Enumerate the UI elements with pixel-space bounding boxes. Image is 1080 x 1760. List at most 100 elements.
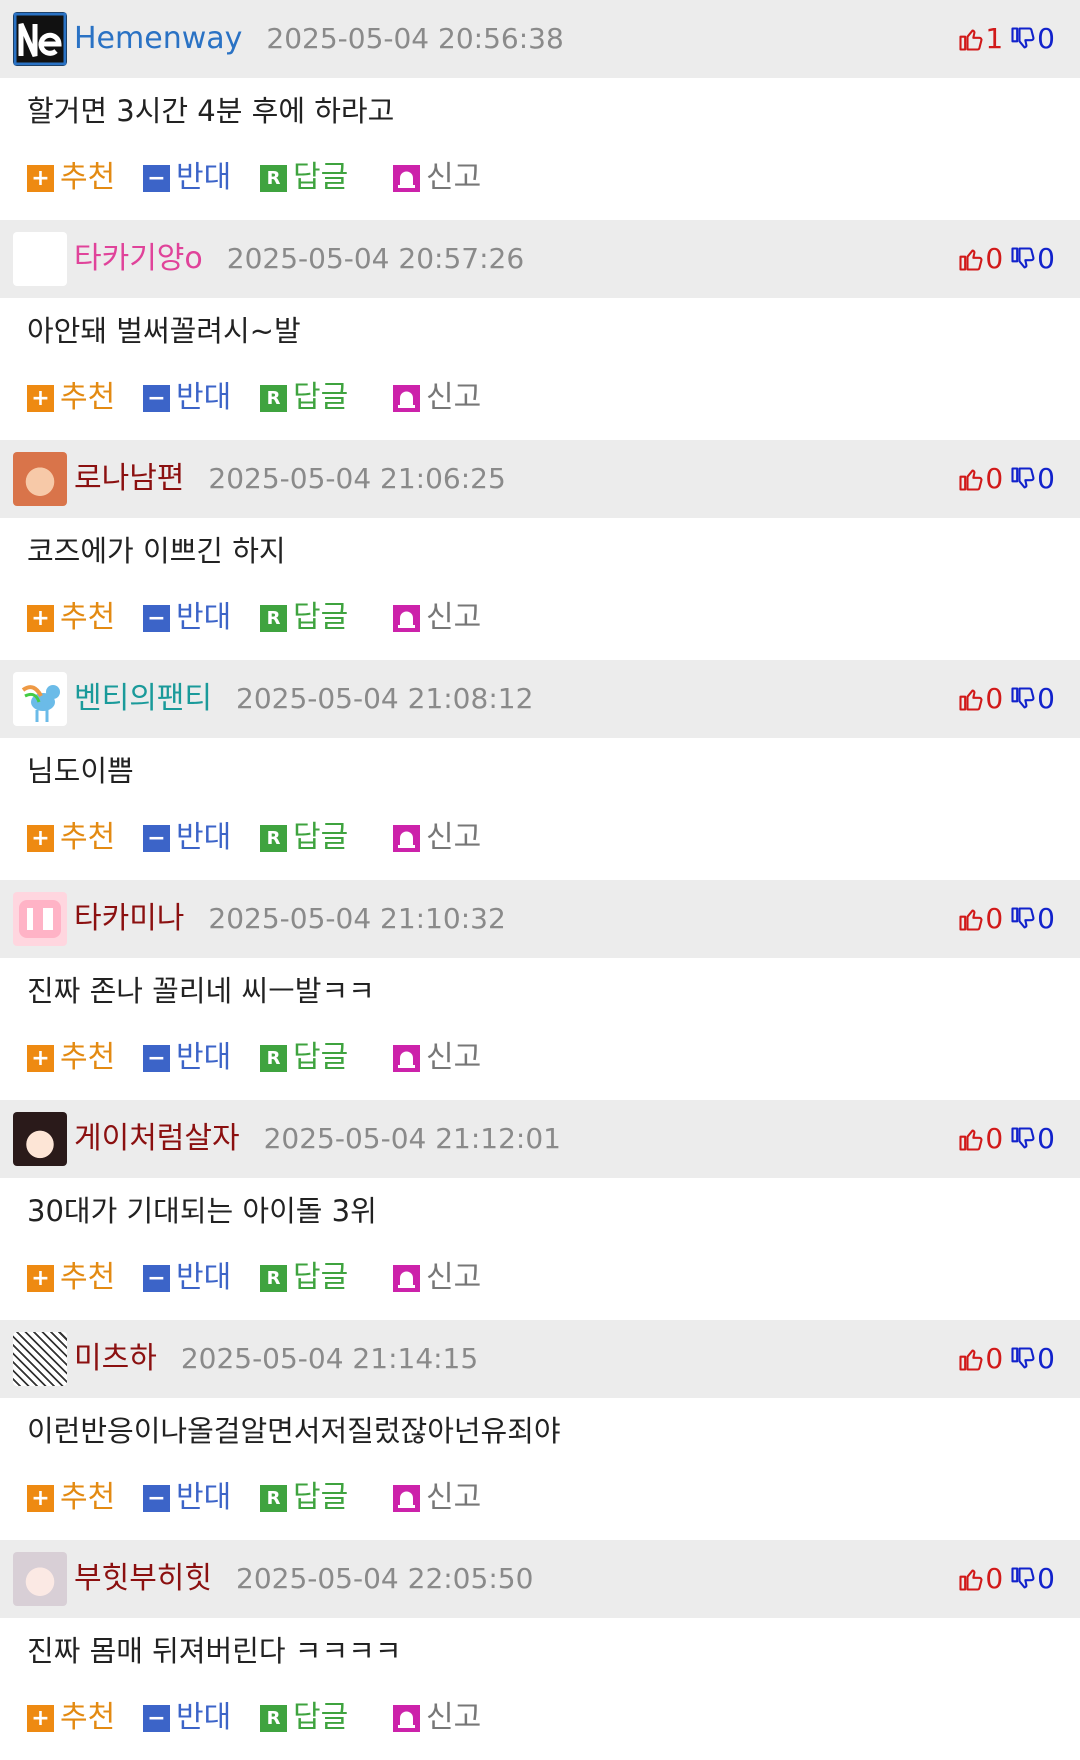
recommend-label: 추천 bbox=[60, 380, 116, 415]
plus-icon: + bbox=[27, 825, 54, 852]
siren-icon bbox=[393, 605, 420, 632]
like-count: 0 bbox=[985, 1562, 1004, 1595]
dislike-count: 0 bbox=[1037, 1562, 1055, 1595]
like-count: 0 bbox=[985, 902, 1004, 935]
reply-button[interactable]: R 답글 bbox=[260, 1028, 348, 1088]
thumbs-up-icon bbox=[959, 29, 983, 51]
anime-girl-avatar[interactable] bbox=[13, 452, 67, 506]
reply-button[interactable]: R 답글 bbox=[260, 588, 348, 648]
reply-r-icon: R bbox=[260, 1485, 287, 1512]
nickname[interactable]: 벤티의팬티 bbox=[74, 660, 212, 738]
recommend-button[interactable]: + 추천 bbox=[27, 1028, 115, 1088]
comment-item: 부힛부히힛 2025-05-04 22:05:50 0 0 진짜 몸매 뒤져버린… bbox=[0, 1540, 1080, 1760]
oppose-button[interactable]: − 반대 bbox=[143, 1028, 231, 1088]
chibi-avatar[interactable] bbox=[13, 1112, 67, 1166]
report-button[interactable]: 신고 bbox=[393, 1248, 481, 1308]
recommend-button[interactable]: + 추천 bbox=[27, 148, 115, 208]
oppose-button[interactable]: − 반대 bbox=[143, 1468, 231, 1528]
oppose-label: 반대 bbox=[176, 380, 232, 415]
minus-icon: − bbox=[143, 825, 170, 852]
plus-icon: + bbox=[27, 165, 54, 192]
report-button[interactable]: 신고 bbox=[393, 1688, 481, 1748]
reply-button[interactable]: R 답글 bbox=[260, 148, 348, 208]
thumbs-up-icon bbox=[959, 689, 983, 711]
nickname[interactable]: 부힛부히힛 bbox=[74, 1540, 212, 1618]
pony-avatar[interactable] bbox=[13, 672, 67, 726]
reply-button[interactable]: R 답글 bbox=[260, 368, 348, 428]
recommend-label: 추천 bbox=[60, 1480, 116, 1515]
siren-icon bbox=[393, 1485, 420, 1512]
comment-datetime: 2025-05-04 20:56:38 bbox=[266, 22, 564, 55]
dislike-count: 0 bbox=[1037, 902, 1055, 935]
oppose-button[interactable]: − 반대 bbox=[143, 148, 231, 208]
thumbs-up-icon bbox=[959, 1569, 983, 1591]
like-count: 0 bbox=[985, 1122, 1004, 1155]
reply-button[interactable]: R 답글 bbox=[260, 1688, 348, 1748]
oppose-button[interactable]: − 반대 bbox=[143, 1248, 231, 1308]
plus-icon: + bbox=[27, 605, 54, 632]
reply-button[interactable]: R 답글 bbox=[260, 1248, 348, 1308]
recommend-button[interactable]: + 추천 bbox=[27, 368, 115, 428]
vote-counts: 0 0 bbox=[957, 660, 1055, 738]
comment-header: 게이처럼살자 2025-05-04 21:12:01 0 0 bbox=[0, 1100, 1080, 1178]
comment-header: 로나남편 2025-05-04 21:06:25 0 0 bbox=[0, 440, 1080, 518]
report-label: 신고 bbox=[426, 1040, 482, 1075]
nickname[interactable]: 로나남편 bbox=[74, 440, 184, 518]
vote-counts: 1 0 bbox=[957, 0, 1055, 78]
report-button[interactable]: 신고 bbox=[393, 588, 481, 648]
report-button[interactable]: 신고 bbox=[393, 808, 481, 868]
report-button[interactable]: 신고 bbox=[393, 1468, 481, 1528]
report-button[interactable]: 신고 bbox=[393, 368, 481, 428]
vote-counts: 0 0 bbox=[957, 220, 1055, 298]
reply-r-icon: R bbox=[260, 1705, 287, 1732]
oppose-button[interactable]: − 반대 bbox=[143, 588, 231, 648]
comment-actions: + 추천 − 반대 R 답글 신고 bbox=[0, 1248, 1080, 1320]
reply-button[interactable]: R 답글 bbox=[260, 1468, 348, 1528]
report-button[interactable]: 신고 bbox=[393, 148, 481, 208]
dislike-count: 0 bbox=[1037, 682, 1055, 715]
comment-datetime: 2025-05-04 21:06:25 bbox=[208, 462, 506, 495]
blank-avatar[interactable] bbox=[13, 232, 67, 286]
recommend-button[interactable]: + 추천 bbox=[27, 1248, 115, 1308]
like-count: 0 bbox=[985, 1342, 1004, 1375]
recommend-button[interactable]: + 추천 bbox=[27, 588, 115, 648]
minus-icon: − bbox=[143, 165, 170, 192]
comment-text: 30대가 기대되는 아이돌 3위 bbox=[27, 1194, 377, 1228]
report-button[interactable]: 신고 bbox=[393, 1028, 481, 1088]
minus-icon: − bbox=[143, 605, 170, 632]
recommend-button[interactable]: + 추천 bbox=[27, 1468, 115, 1528]
thumbs-up-icon bbox=[959, 249, 983, 271]
reply-button[interactable]: R 답글 bbox=[260, 808, 348, 868]
logo-ne-avatar[interactable] bbox=[13, 12, 67, 66]
pink-avatar[interactable] bbox=[13, 892, 67, 946]
like-count: 1 bbox=[985, 22, 1004, 55]
oppose-button[interactable]: − 반대 bbox=[143, 808, 231, 868]
comment-actions: + 추천 − 반대 R 답글 신고 bbox=[0, 1688, 1080, 1760]
reply-r-icon: R bbox=[260, 825, 287, 852]
comment-text: 코즈에가 이쁘긴 하지 bbox=[27, 534, 286, 568]
comment-text: 님도이쁨 bbox=[27, 754, 134, 788]
comment-text: 진짜 몸매 뒤져버린다 ㅋㅋㅋㅋ bbox=[27, 1634, 402, 1668]
manga-avatar[interactable] bbox=[13, 1332, 67, 1386]
comment-header: Hemenway 2025-05-04 20:56:38 1 0 bbox=[0, 0, 1080, 78]
report-label: 신고 bbox=[426, 1480, 482, 1515]
thumbs-down-icon bbox=[1011, 1567, 1035, 1589]
nickname[interactable]: 게이처럼살자 bbox=[74, 1100, 240, 1178]
comment-datetime: 2025-05-04 22:05:50 bbox=[236, 1562, 534, 1595]
thumbs-down-icon bbox=[1011, 1347, 1035, 1369]
sketch-girl-avatar[interactable] bbox=[13, 1552, 67, 1606]
report-label: 신고 bbox=[426, 380, 482, 415]
recommend-button[interactable]: + 추천 bbox=[27, 1688, 115, 1748]
reply-r-icon: R bbox=[260, 165, 287, 192]
nickname[interactable]: Hemenway bbox=[74, 0, 242, 78]
nickname[interactable]: 미츠하 bbox=[74, 1320, 157, 1398]
nickname[interactable]: 타카미나 bbox=[74, 880, 184, 958]
recommend-button[interactable]: + 추천 bbox=[27, 808, 115, 868]
nickname[interactable]: 타카기양o bbox=[74, 220, 203, 298]
comment-actions: + 추천 − 반대 R 답글 신고 bbox=[0, 808, 1080, 880]
oppose-label: 반대 bbox=[176, 1260, 232, 1295]
plus-icon: + bbox=[27, 1045, 54, 1072]
oppose-button[interactable]: − 반대 bbox=[143, 368, 231, 428]
comment-actions: + 추천 − 반대 R 답글 신고 bbox=[0, 368, 1080, 440]
oppose-button[interactable]: − 반대 bbox=[143, 1688, 231, 1748]
